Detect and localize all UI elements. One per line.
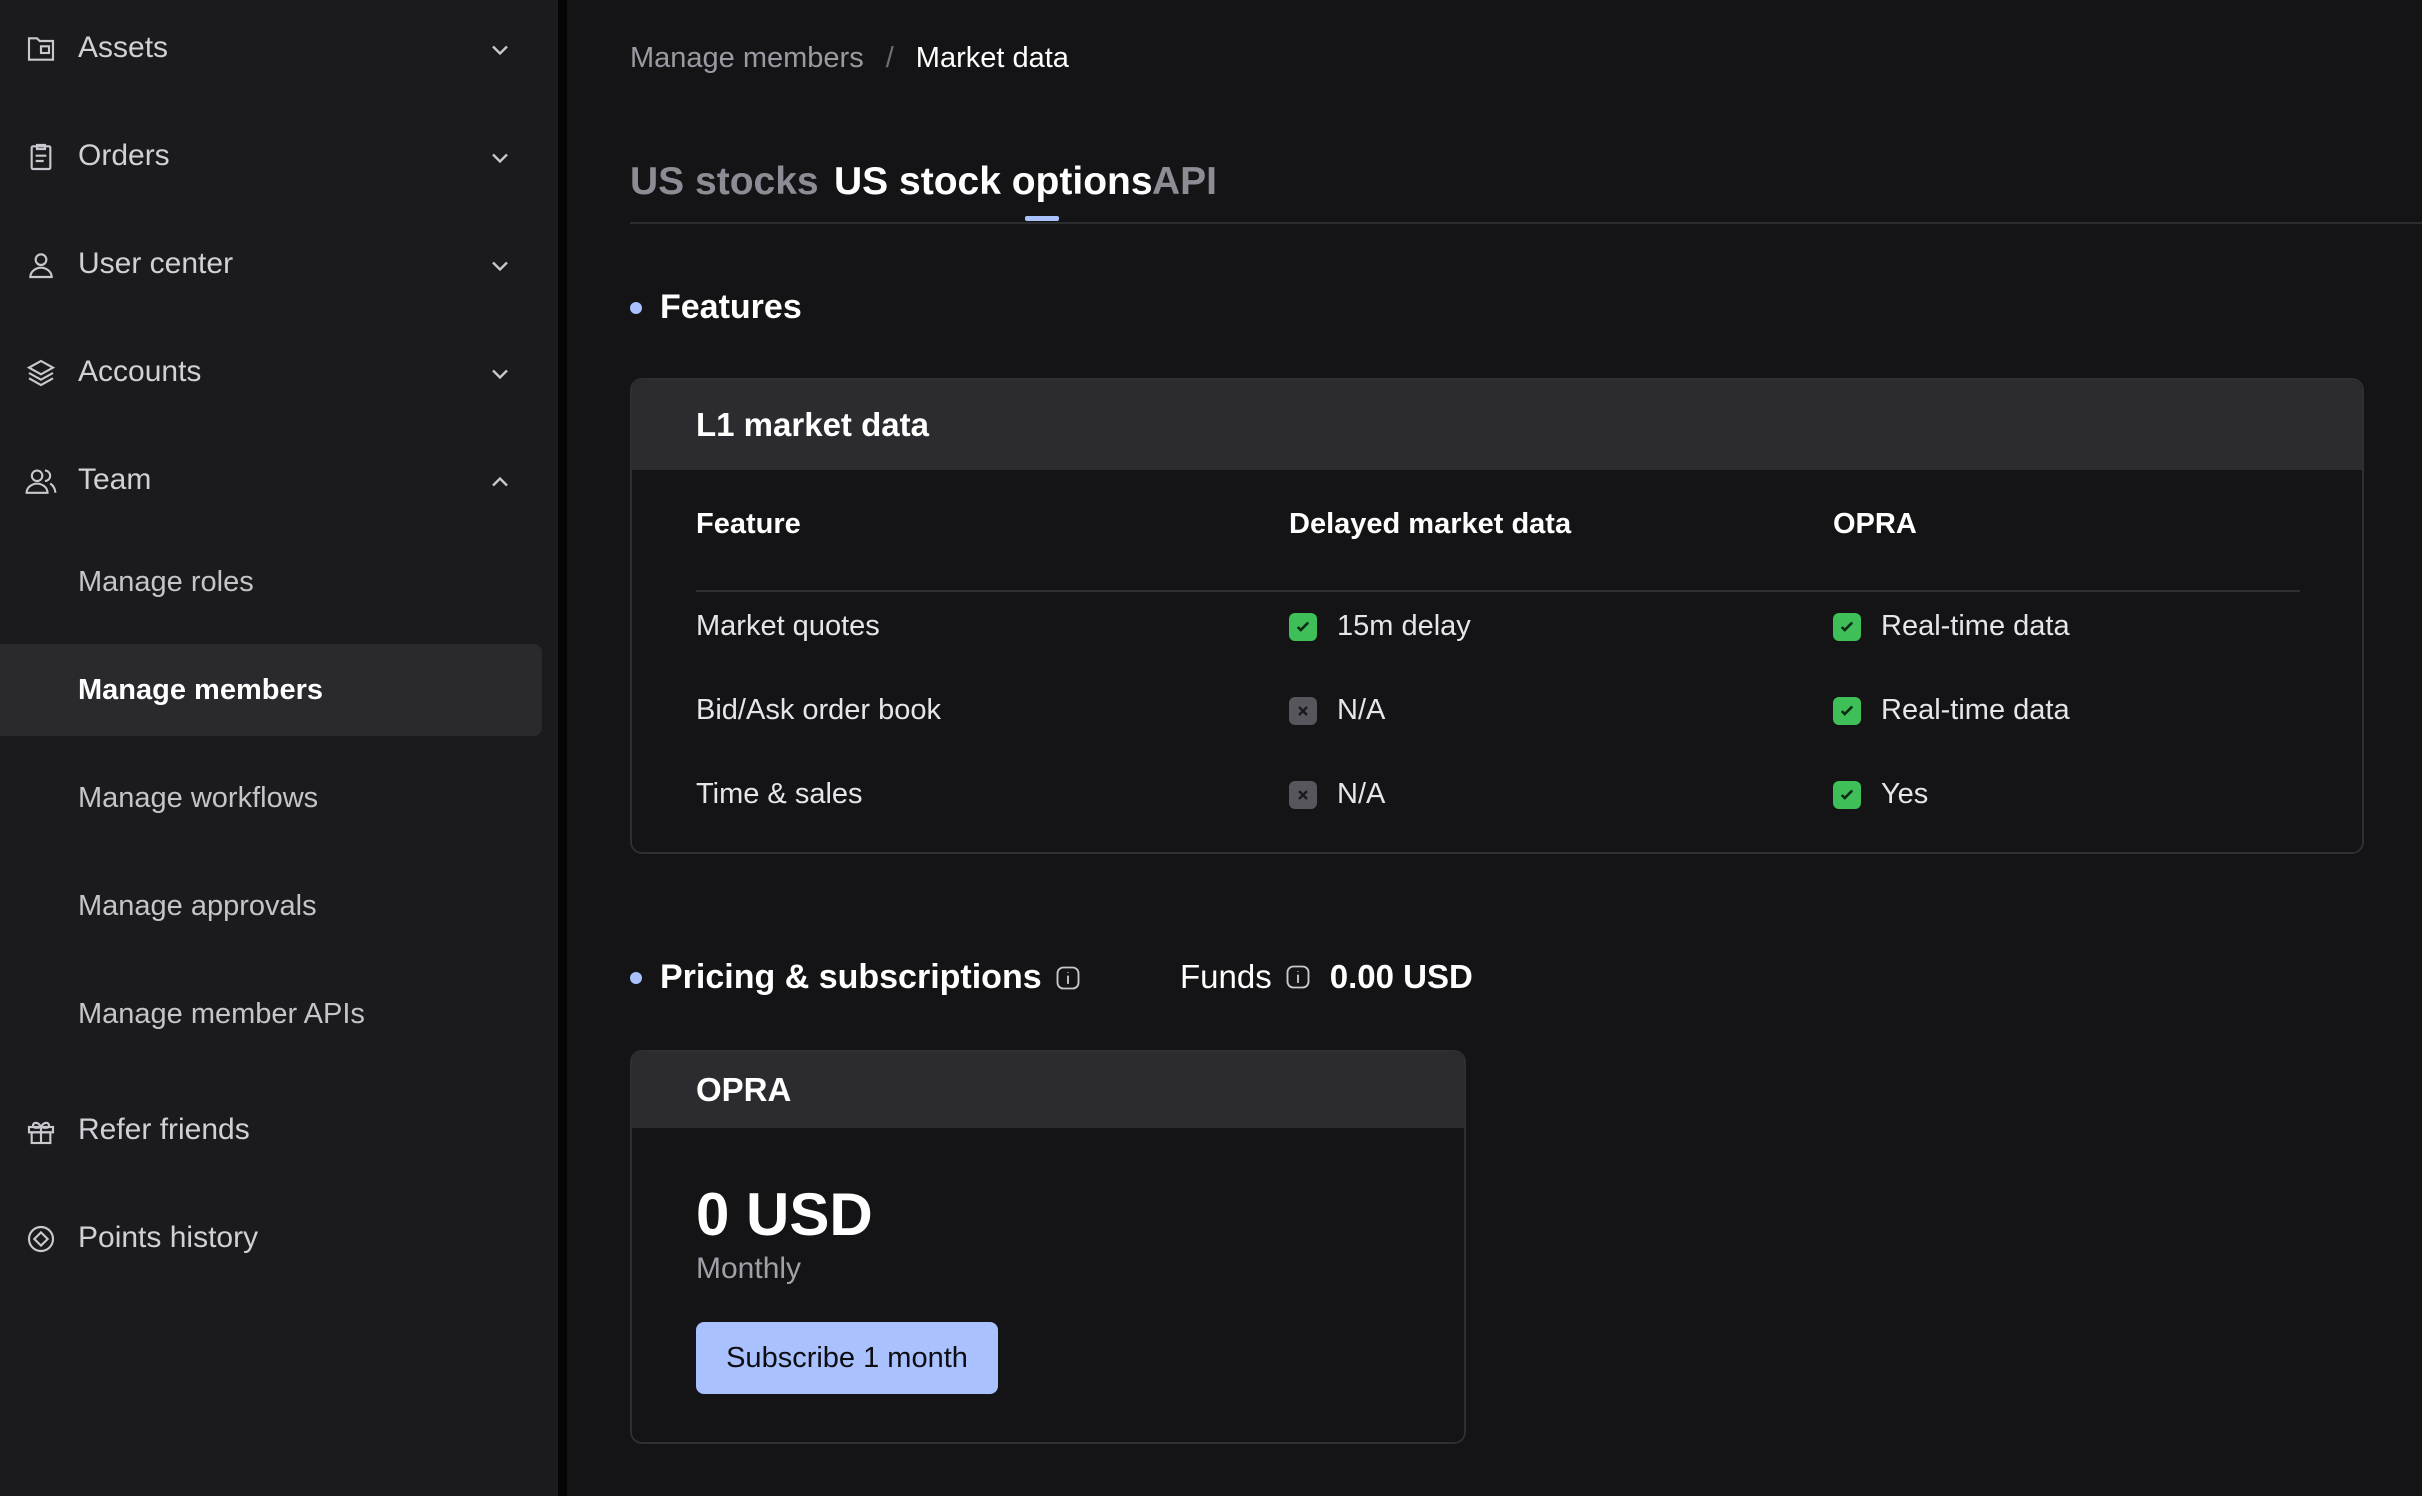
cell-text: Real-time data bbox=[1881, 694, 2070, 726]
row-delayed-cell: N/A bbox=[1289, 778, 1385, 811]
funds-display: Funds 0.00 USD bbox=[1180, 958, 1473, 996]
breadcrumb-parent-link[interactable]: Manage members bbox=[630, 42, 864, 75]
sidebar-item-orders[interactable]: Orders bbox=[0, 110, 542, 202]
chevron-down-icon[interactable] bbox=[486, 144, 514, 172]
team-icon bbox=[24, 464, 58, 498]
features-section-title: Features bbox=[630, 288, 802, 327]
sidebar-item-points-history[interactable]: Points history bbox=[0, 1192, 542, 1284]
active-tab-indicator bbox=[1025, 216, 1059, 221]
chevron-down-icon[interactable] bbox=[486, 252, 514, 280]
column-header-feature: Feature bbox=[696, 508, 801, 540]
chevron-up-icon[interactable] bbox=[486, 468, 514, 496]
sidebar-subitem-manage-members[interactable]: Manage members bbox=[0, 644, 542, 736]
sidebar-item-label: Points history bbox=[78, 1221, 259, 1254]
funds-label: Funds bbox=[1180, 958, 1272, 995]
column-header-opra: OPRA bbox=[1833, 508, 1917, 540]
subscribe-button[interactable]: Subscribe 1 month bbox=[696, 1322, 998, 1394]
check-icon bbox=[1833, 612, 1861, 641]
plan-card-title: OPRA bbox=[632, 1052, 1464, 1128]
tab-us-stocks[interactable]: US stocks bbox=[630, 160, 819, 204]
info-icon[interactable] bbox=[1284, 963, 1312, 991]
bullet-dot bbox=[630, 971, 642, 984]
funds-amount: 0.00 USD bbox=[1329, 958, 1473, 995]
check-icon bbox=[1289, 612, 1317, 641]
sidebar-item-label: Accounts bbox=[78, 355, 202, 388]
folder-icon bbox=[24, 32, 58, 66]
cell-text: N/A bbox=[1337, 694, 1386, 726]
breadcrumb: Manage members / Market data bbox=[630, 42, 1069, 75]
cross-icon bbox=[1289, 780, 1317, 809]
cell-text: Real-time data bbox=[1881, 610, 2070, 642]
sidebar-item-assets[interactable]: Assets bbox=[0, 2, 542, 94]
layers-icon bbox=[24, 356, 58, 390]
row-feature-name: Bid/Ask order book bbox=[696, 694, 942, 726]
bullet-dot bbox=[630, 301, 642, 314]
tab-api[interactable]: API bbox=[1152, 160, 1217, 204]
info-icon[interactable] bbox=[1054, 964, 1082, 992]
row-feature-name: Market quotes bbox=[696, 610, 880, 642]
cross-icon bbox=[1289, 696, 1317, 725]
sidebar-subitem-label: Manage member APIs bbox=[78, 997, 365, 1030]
sidebar-subitem-label: Manage workflows bbox=[78, 781, 319, 814]
plan-card-opra: OPRA 0 USD Monthly Subscribe 1 month bbox=[630, 1050, 1466, 1444]
column-header-delayed: Delayed market data bbox=[1289, 508, 1572, 540]
sidebar-subitem-label: Manage members bbox=[78, 673, 323, 706]
clipboard-icon bbox=[24, 140, 58, 174]
tab-bar: US stocks US stock options API bbox=[630, 150, 2422, 224]
row-feature-name: Time & sales bbox=[696, 778, 863, 810]
sidebar-item-accounts[interactable]: Accounts bbox=[0, 326, 542, 418]
sidebar-item-label: Assets bbox=[78, 31, 169, 64]
main-content: Manage members / Market data US stocks U… bbox=[567, 0, 2422, 1496]
breadcrumb-current: Market data bbox=[915, 42, 1069, 74]
chevron-down-icon[interactable] bbox=[486, 360, 514, 388]
sidebar-subitem-manage-member-apis[interactable]: Manage member APIs bbox=[0, 968, 542, 1060]
sidebar-item-label: Orders bbox=[78, 139, 170, 172]
tab-us-stock-options[interactable]: US stock options bbox=[834, 160, 1153, 204]
sidebar-subitem-manage-workflows[interactable]: Manage workflows bbox=[0, 752, 542, 844]
cell-text: N/A bbox=[1337, 778, 1386, 810]
row-delayed-cell: N/A bbox=[1289, 694, 1385, 727]
sidebar-item-refer-friends[interactable]: Refer friends bbox=[0, 1084, 542, 1176]
sidebar-item-label: User center bbox=[78, 247, 234, 280]
sidebar-subitem-label: Manage roles bbox=[78, 565, 254, 598]
row-opra-cell: Real-time data bbox=[1833, 610, 2070, 643]
pricing-section-title: Pricing & subscriptions bbox=[630, 958, 1082, 997]
sidebar-item-team[interactable]: Team bbox=[0, 434, 542, 526]
row-delayed-cell: 15m delay bbox=[1289, 610, 1471, 643]
row-opra-cell: Yes bbox=[1833, 778, 1928, 811]
check-icon bbox=[1833, 780, 1861, 809]
sidebar-item-label: Refer friends bbox=[78, 1113, 250, 1146]
plan-price: 0 USD bbox=[696, 1181, 873, 1248]
sidebar-item-user-center[interactable]: User center bbox=[0, 218, 542, 310]
points-icon bbox=[24, 1222, 58, 1256]
user-icon bbox=[24, 248, 58, 282]
features-title-text: Features bbox=[660, 288, 802, 326]
sidebar: Assets Orders User center Accounts Team … bbox=[0, 0, 558, 1496]
sidebar-subitem-label: Manage approvals bbox=[78, 889, 317, 922]
plan-period: Monthly bbox=[696, 1252, 802, 1285]
row-opra-cell: Real-time data bbox=[1833, 694, 2070, 727]
features-card: L1 market data Feature Delayed market da… bbox=[630, 378, 2364, 854]
features-card-title: L1 market data bbox=[632, 380, 2362, 470]
check-icon bbox=[1833, 696, 1861, 725]
cell-text: Yes bbox=[1881, 778, 1929, 810]
pricing-title-text: Pricing & subscriptions bbox=[660, 958, 1042, 996]
sidebar-subitem-manage-roles[interactable]: Manage roles bbox=[0, 536, 542, 628]
header-divider bbox=[696, 590, 2300, 592]
breadcrumb-separator: / bbox=[885, 42, 894, 74]
sidebar-subitem-manage-approvals[interactable]: Manage approvals bbox=[0, 860, 542, 952]
sidebar-divider[interactable] bbox=[558, 0, 567, 1496]
sidebar-item-label: Team bbox=[78, 463, 152, 496]
cell-text: 15m delay bbox=[1337, 610, 1471, 642]
gift-icon bbox=[24, 1114, 58, 1148]
chevron-down-icon[interactable] bbox=[486, 36, 514, 64]
